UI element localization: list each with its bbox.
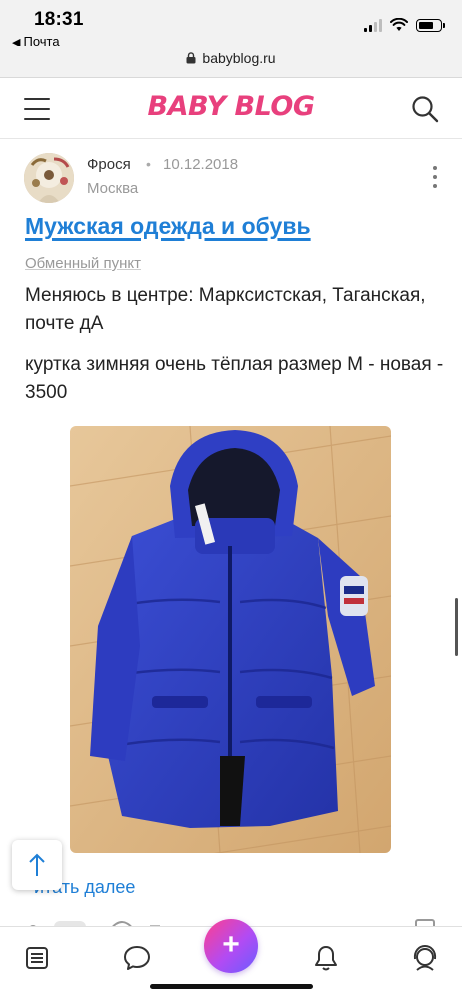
bottom-navigation: + — [0, 919, 462, 1000]
site-logo[interactable]: BABY BLOG — [0, 91, 462, 122]
site-header: BABY BLOG — [0, 79, 462, 139]
post-photo[interactable] — [70, 426, 391, 853]
signal-icon — [364, 18, 382, 32]
plus-icon: + — [222, 928, 240, 961]
post-category[interactable]: Обменный пункт — [25, 255, 141, 272]
url-text: babyblog.ru — [202, 50, 276, 66]
post-paragraph: Меняюсь в центре: Марксистская, Таганска… — [25, 285, 426, 334]
lock-icon — [186, 52, 196, 64]
status-icons — [364, 17, 445, 33]
arrow-up-icon — [29, 853, 45, 876]
status-time: 18:31 — [34, 9, 84, 30]
feed-icon[interactable] — [22, 943, 52, 973]
wifi-icon — [390, 18, 408, 31]
page-scroll-indicator — [455, 598, 458, 656]
create-post-button[interactable]: + — [204, 919, 258, 973]
home-indicator — [150, 984, 313, 989]
author-avatar[interactable] — [24, 153, 74, 203]
author-city: Москва — [87, 180, 139, 197]
bell-icon[interactable] — [311, 943, 341, 973]
battery-icon — [416, 18, 445, 32]
meta-separator: • — [146, 156, 151, 172]
more-vertical-icon[interactable] — [430, 166, 440, 188]
status-bar: 18:31 ◀ Почта — [0, 0, 462, 49]
post-paragraph: куртка зимняя очень тёплая размер М - но… — [25, 354, 444, 403]
chat-icon[interactable] — [122, 943, 152, 973]
profile-icon[interactable] — [410, 943, 440, 973]
post-date: 10.12.2018 — [163, 156, 239, 173]
author-name[interactable]: Фрося — [87, 156, 131, 173]
scroll-top-button[interactable] — [12, 840, 62, 890]
browser-url-bar[interactable]: babyblog.ru — [0, 46, 462, 78]
search-icon[interactable] — [410, 94, 440, 124]
post-title[interactable]: Мужская одежда и обувь — [25, 213, 311, 240]
